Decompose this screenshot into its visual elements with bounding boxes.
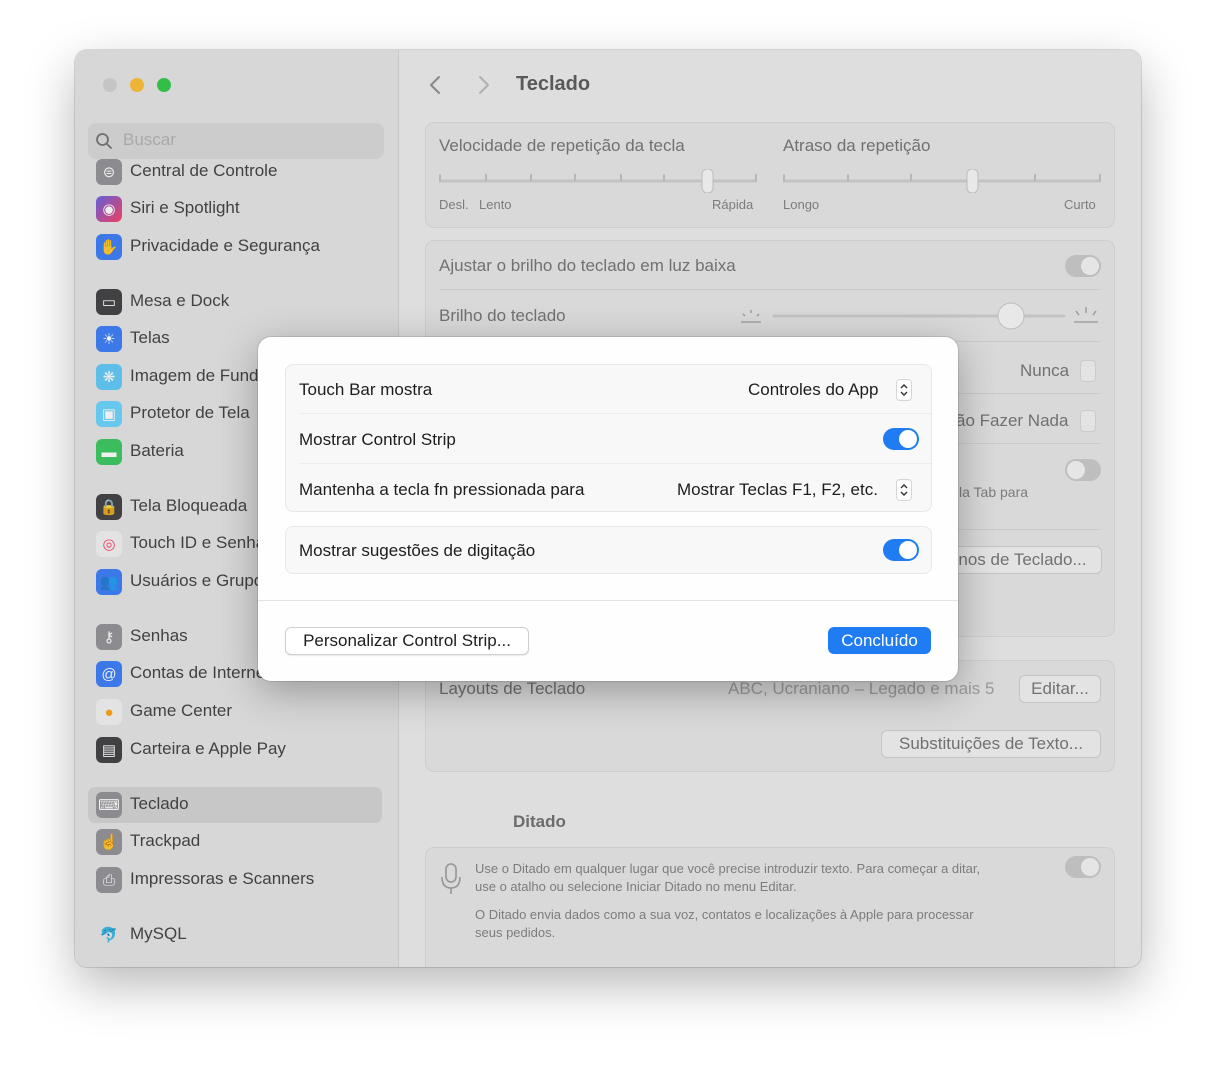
touch-bar-group: Touch Bar mostra Controles do App Mostra… xyxy=(285,364,932,512)
touch-bar-settings-sheet: Touch Bar mostra Controles do App Mostra… xyxy=(258,337,958,681)
typing-suggestions-toggle[interactable] xyxy=(883,539,919,561)
fn-key-label: Mantenha a tecla fn pressionada para xyxy=(299,480,585,499)
control-strip-toggle[interactable] xyxy=(883,428,919,450)
customize-control-strip-button[interactable]: Personalizar Control Strip... xyxy=(285,627,529,655)
typing-suggestions-group: Mostrar sugestões de digitação xyxy=(285,526,932,574)
footer-divider xyxy=(258,600,958,601)
touchbar-label: Touch Bar mostra xyxy=(299,380,433,399)
touchbar-value[interactable]: Controles do App xyxy=(748,380,878,400)
control-strip-label: Mostrar Control Strip xyxy=(299,430,456,449)
fn-key-stepper-icon[interactable] xyxy=(896,479,912,501)
typing-suggestions-label: Mostrar sugestões de digitação xyxy=(299,541,536,560)
done-button[interactable]: Concluído xyxy=(828,627,931,654)
touchbar-stepper-icon[interactable] xyxy=(896,379,912,401)
fn-key-value[interactable]: Mostrar Teclas F1, F2, etc. xyxy=(677,480,878,500)
